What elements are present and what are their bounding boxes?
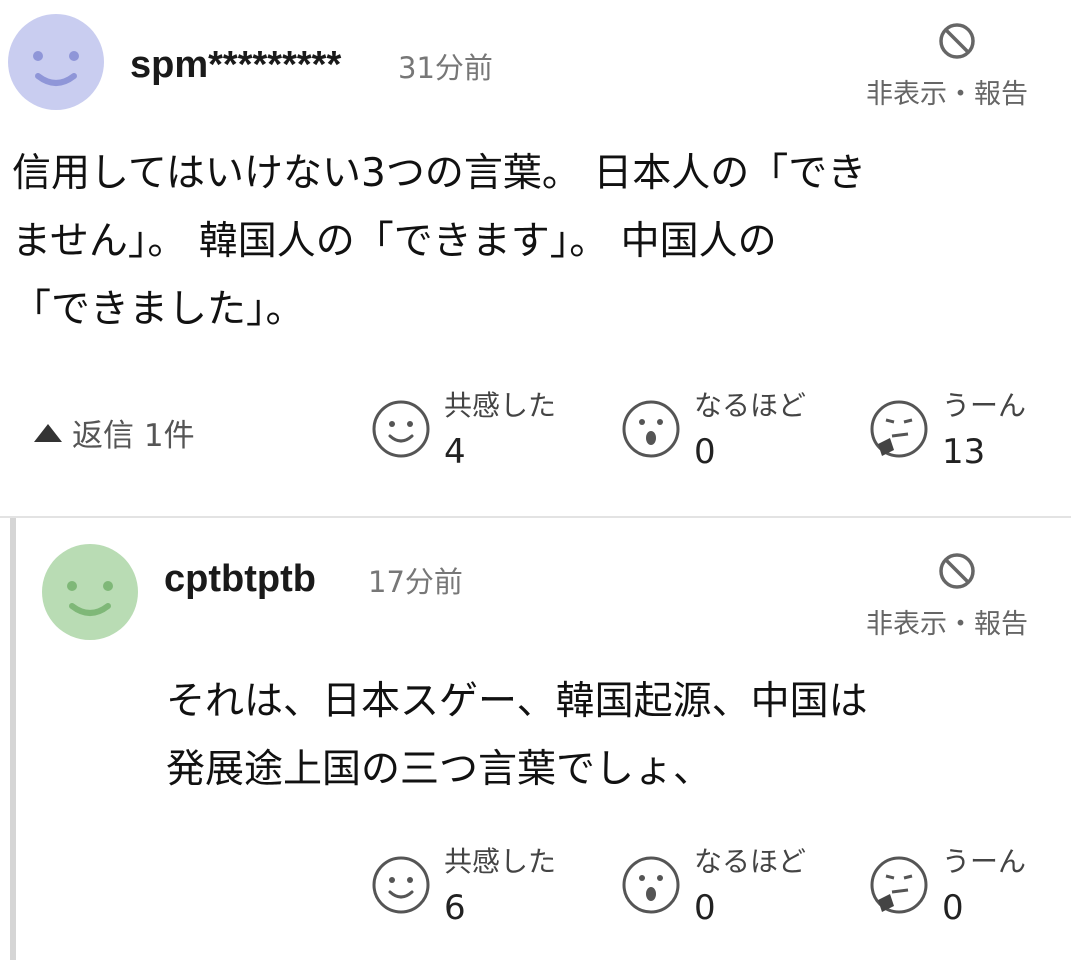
prohibit-icon	[939, 23, 975, 59]
reaction-naruhodo-button[interactable]: なるほど 0	[620, 840, 840, 930]
divider	[0, 516, 1071, 518]
username[interactable]: spm*********	[130, 44, 341, 87]
reaction-label: うーん	[942, 389, 1027, 422]
comment-line: ません」。 韓国人の「できます」。 中国人の	[12, 219, 777, 264]
timestamp: 31分前	[398, 51, 493, 85]
hide-report-button[interactable]: 非表示・報告	[866, 22, 1056, 110]
reaction-count: 0	[694, 888, 716, 928]
timestamp: 17分前	[368, 565, 463, 599]
reaction-naruhodo-button[interactable]: なるほど 0	[620, 384, 840, 474]
username[interactable]: cptbtptb	[164, 558, 316, 601]
comment-line: それは、日本スゲー、韓国起源、中国は	[166, 679, 868, 724]
surprised-face-icon	[622, 400, 680, 458]
hide-report-label: 非表示・報告	[866, 79, 1028, 110]
thinking-face-icon	[870, 856, 928, 914]
comment-line: 信用してはいけない3つの言葉。 日本人の「でき	[12, 151, 867, 196]
triangle-up-icon	[34, 423, 62, 442]
reaction-label: 共感した	[444, 389, 557, 422]
hide-report-label: 非表示・報告	[866, 609, 1028, 640]
reaction-uun-button[interactable]: うーん 0	[868, 840, 1058, 930]
reaction-empathy-button[interactable]: 共感した 6	[370, 840, 590, 930]
surprised-face-icon	[622, 856, 680, 914]
comment-body: それは、日本スゲー、韓国起源、中国は 発展途上国の三つ言葉でしょ、	[166, 668, 1061, 804]
smiley-avatar-icon	[67, 581, 113, 616]
thinking-face-icon	[870, 400, 928, 458]
reaction-count: 0	[942, 888, 964, 928]
reaction-label: なるほど	[694, 845, 807, 878]
reaction-count: 4	[444, 432, 466, 472]
reaction-count: 6	[444, 888, 466, 928]
comment-line: 「できました」。	[12, 287, 305, 332]
reaction-count: 0	[694, 432, 716, 472]
avatar[interactable]	[42, 544, 138, 640]
comment-body: 信用してはいけない3つの言葉。 日本人の「でき ません」。 韓国人の「できます」…	[12, 140, 1062, 344]
reaction-uun-button[interactable]: うーん 13	[868, 384, 1058, 474]
comment-line: 発展途上国の三つ言葉でしょ、	[166, 747, 713, 792]
prohibit-icon	[939, 553, 975, 589]
reaction-count: 13	[942, 432, 986, 472]
hide-report-button[interactable]: 非表示・報告	[866, 552, 1056, 640]
reaction-label: 共感した	[444, 845, 557, 878]
reply-toggle-button[interactable]: 返信 1件	[34, 410, 195, 455]
smile-face-icon	[372, 400, 430, 458]
reply-count-label: 返信 1件	[72, 418, 195, 454]
reaction-empathy-button[interactable]: 共感した 4	[370, 384, 590, 474]
reaction-label: なるほど	[694, 389, 807, 422]
reply-thread-bar	[10, 518, 16, 960]
smiley-avatar-icon	[33, 51, 79, 86]
reaction-label: うーん	[942, 845, 1027, 878]
avatar[interactable]	[8, 14, 104, 110]
smile-face-icon	[372, 856, 430, 914]
